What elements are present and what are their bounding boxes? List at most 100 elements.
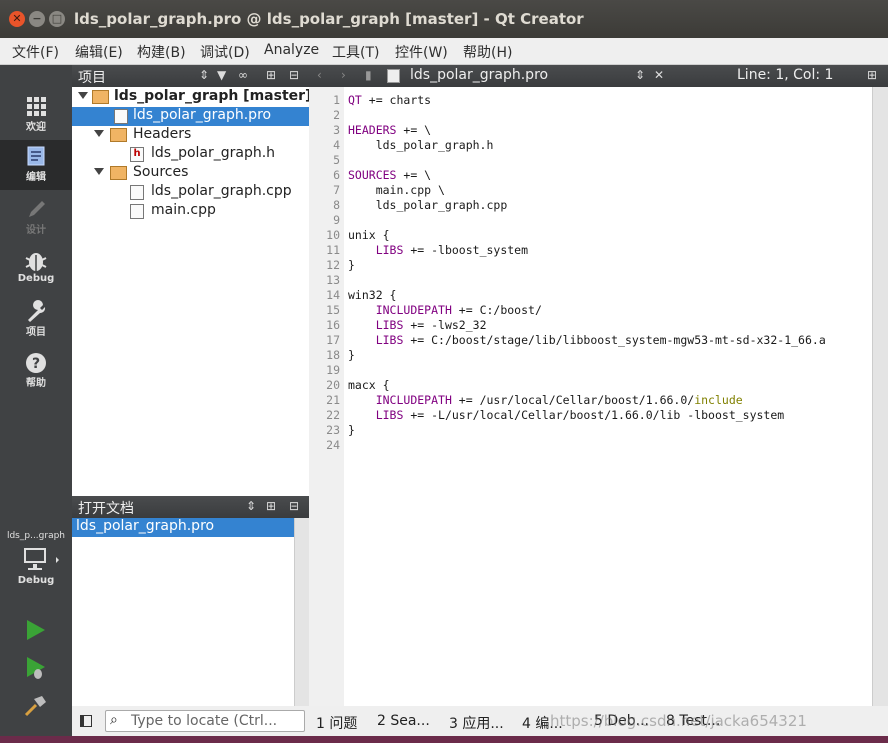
source-file-label: lds_polar_graph.cpp: [151, 183, 292, 199]
tab-app-output[interactable]: 3 应用...: [449, 713, 504, 733]
line-number: 22: [326, 408, 340, 422]
close-pane-icon[interactable]: ⊟: [289, 68, 299, 82]
cpp-file-icon: [130, 185, 144, 200]
code-line: win32 {: [348, 288, 397, 302]
mode-welcome[interactable]: 欢迎: [0, 90, 72, 140]
sort-updown-icon[interactable]: ⇕: [246, 499, 256, 513]
split-icon[interactable]: ⊞: [867, 68, 877, 82]
sources-label: Sources: [133, 164, 189, 180]
debug-run-button[interactable]: [24, 655, 48, 681]
mode-help[interactable]: ? 帮助: [0, 346, 72, 396]
mode-projects[interactable]: 项目: [0, 295, 72, 345]
pro-file-label: lds_polar_graph.pro: [133, 107, 272, 123]
code-keyword: HEADERS: [348, 123, 397, 137]
grid-icon: [27, 97, 46, 116]
mode-label: 编辑: [26, 172, 46, 183]
code-line: QT += charts: [348, 93, 432, 107]
line-number: 12: [326, 258, 340, 272]
open-docs-header: 打开文档 ⇕ ⊞ ⊟: [72, 496, 309, 518]
close-button[interactable]: ✕: [9, 11, 25, 27]
tree-source-file[interactable]: lds_polar_graph.cpp: [72, 183, 309, 202]
build-hammer-button[interactable]: [22, 693, 48, 719]
tree-header-file[interactable]: h lds_polar_graph.h: [72, 145, 309, 164]
line-number: 1: [333, 93, 340, 107]
code-editor[interactable]: QT += charts HEADERS += \ lds_polar_graph…: [344, 87, 872, 706]
close-document-icon[interactable]: ✕: [654, 68, 664, 82]
code-line: lds_polar_graph.h: [348, 138, 494, 152]
sort-updown-icon[interactable]: ⇕: [199, 68, 209, 82]
kit-build-label: Debug: [17, 575, 55, 586]
forward-arrow-icon[interactable]: ›: [341, 68, 346, 82]
tree-sources[interactable]: Sources: [72, 164, 309, 183]
editor-scrollbar[interactable]: [872, 87, 888, 706]
open-docs-scrollbar[interactable]: [294, 518, 309, 706]
line-number: 15: [326, 303, 340, 317]
open-doc-label: lds_polar_graph.pro: [76, 518, 215, 534]
minimize-button[interactable]: −: [29, 11, 45, 27]
line-number: 20: [326, 378, 340, 392]
maximize-button[interactable]: □: [49, 11, 65, 27]
sort-updown-icon[interactable]: ⇕: [635, 68, 645, 82]
toggle-sidebar-icon[interactable]: [80, 715, 92, 727]
mode-edit[interactable]: 编辑: [0, 140, 72, 190]
open-docs-title: 打开文档: [78, 501, 134, 517]
editor-filename[interactable]: lds_polar_graph.pro: [410, 67, 548, 83]
tree-source-file[interactable]: main.cpp: [72, 202, 309, 221]
code-keyword: LIBS: [375, 243, 404, 257]
expand-arrow-icon[interactable]: [94, 168, 104, 175]
menu-tools[interactable]: 工具(T): [332, 42, 379, 62]
kit-project-name: lds_p...graph: [6, 531, 66, 541]
code-keyword: INCLUDEPATH: [375, 303, 452, 317]
code-line: main.cpp \: [348, 183, 445, 197]
tree-root[interactable]: lds_polar_graph [master]: [72, 88, 311, 107]
projects-pane-header: 项目 ⇕ ▼ ∞ ⊞ ⊟: [72, 65, 309, 87]
menu-edit[interactable]: 编辑(E): [75, 42, 123, 62]
code-keyword: LIBS: [375, 318, 404, 332]
code-line: SOURCES += \: [348, 168, 432, 182]
locator-input[interactable]: ⌕ Type to locate (Ctrl...: [105, 710, 305, 732]
filter-icon[interactable]: ▼: [217, 68, 226, 82]
menu-help[interactable]: 帮助(H): [463, 42, 512, 62]
open-doc-item[interactable]: lds_polar_graph.pro: [72, 518, 294, 537]
headers-folder-icon: [110, 128, 127, 142]
qt-creator-window: ✕ − □ lds_polar_graph.pro @ lds_polar_gr…: [0, 0, 888, 743]
menu-debug[interactable]: 调试(D): [200, 42, 250, 62]
project-folder-icon: [92, 90, 109, 104]
headers-label: Headers: [133, 126, 192, 142]
code-keyword: LIBS: [375, 408, 404, 422]
close-pane-icon[interactable]: ⊟: [289, 499, 299, 513]
mode-design[interactable]: 设计: [0, 193, 72, 243]
line-number: 21: [326, 393, 340, 407]
tab-search[interactable]: 2 Sea...: [377, 713, 430, 729]
line-number: 23: [326, 423, 340, 437]
expand-arrow-icon[interactable]: [78, 92, 88, 99]
run-button[interactable]: [24, 618, 48, 642]
expand-arrow-icon[interactable]: [94, 130, 104, 137]
help-icon: ?: [26, 353, 46, 373]
code-line: }: [348, 348, 355, 362]
kit-selector[interactable]: lds_p...graph Debug: [0, 527, 72, 597]
split-icon[interactable]: ⊞: [266, 68, 276, 82]
menu-widgets[interactable]: 控件(W): [395, 42, 448, 62]
code-line: lds_polar_graph.cpp: [348, 198, 508, 212]
line-number: 2: [333, 108, 340, 122]
tab-issues[interactable]: 1 问题: [316, 713, 357, 733]
header-file-label: lds_polar_graph.h: [151, 145, 276, 161]
mode-label: Debug: [17, 273, 55, 284]
link-icon[interactable]: ∞: [238, 68, 248, 82]
code-keyword: INCLUDEPATH: [375, 393, 452, 407]
watermark-text: https://blog.csdn.net/jacka654321: [550, 712, 807, 730]
line-number: 9: [333, 213, 340, 227]
menu-analyze[interactable]: Analyze: [264, 42, 319, 58]
code-line: unix {: [348, 228, 390, 242]
tree-headers[interactable]: Headers: [72, 126, 309, 145]
tree-pro-file[interactable]: lds_polar_graph.pro: [72, 107, 309, 126]
header-file-icon: h: [130, 147, 144, 162]
back-arrow-icon[interactable]: ‹: [317, 68, 322, 82]
mode-debug[interactable]: Debug: [0, 245, 72, 295]
mode-selector: 欢迎 编辑 设计 Debug 项目 ? 帮助 lds_p...graph Deb…: [0, 65, 72, 743]
status-bar: ⌕ Type to locate (Ctrl... 1 问题 2 Sea... …: [72, 706, 888, 736]
menu-build[interactable]: 构建(B): [137, 42, 186, 62]
split-icon[interactable]: ⊞: [266, 499, 276, 513]
menu-file[interactable]: 文件(F): [12, 42, 59, 62]
